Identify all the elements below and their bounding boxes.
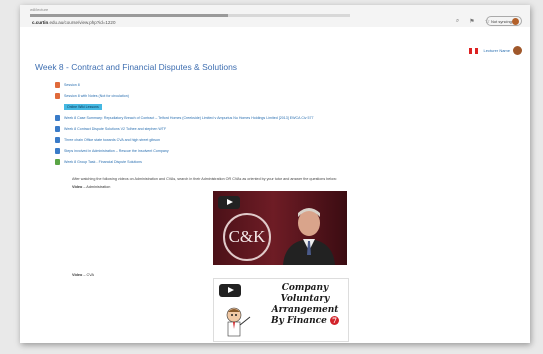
document-icon: [55, 136, 60, 143]
item-link[interactable]: Session 8 with Notes (Not for circulatio…: [64, 94, 129, 98]
finance-badge: 7: [330, 316, 340, 325]
notification-icon[interactable]: [468, 47, 472, 54]
avatar[interactable]: [513, 46, 522, 55]
user-menu[interactable]: Lecturer Name: [468, 46, 522, 55]
video-caption: Company Voluntary Arrangement By Finance…: [264, 283, 346, 327]
cva-video[interactable]: Company Voluntary Arrangement By Finance…: [213, 278, 349, 342]
item-link[interactable]: Week 8 Contract Dispute Solutions V2 Tol…: [64, 127, 166, 131]
presenter-image: [283, 208, 335, 265]
caption-line: Company Voluntary: [280, 283, 330, 304]
caption-line: By Finance 7: [264, 316, 346, 327]
search-icon[interactable]: ⌕: [456, 18, 459, 25]
video-label-administration: Video – Administration: [72, 185, 110, 189]
list-item: Online Wiki Lessons: [55, 102, 495, 111]
play-icon[interactable]: [218, 196, 240, 209]
address-bar[interactable]: c.curtin.edu.au/course/view.php?id=1220: [32, 20, 115, 25]
url-domain: c.curtin: [32, 20, 49, 25]
course-item-list: Session 8 Session 8 with Notes (Not for …: [55, 80, 495, 168]
document-icon: [55, 114, 60, 121]
administration-video[interactable]: C&K: [213, 191, 347, 265]
profile-avatar: [512, 18, 519, 25]
cartoon-figure-image: [226, 307, 251, 337]
list-item[interactable]: Week 8 Group Task - Financial Dispute So…: [55, 157, 495, 166]
video-label: Video: [72, 273, 83, 277]
browser-toolbar: w8/lecture c.curtin.edu.au/course/view.p…: [20, 5, 530, 27]
profile-button[interactable]: Not syncing: [486, 16, 522, 26]
browser-tab[interactable]: w8/lecture: [30, 7, 140, 14]
page-load-progress: [30, 14, 350, 17]
toolbar-icons: ⌕ ⚑ ☆: [456, 18, 490, 25]
item-link[interactable]: Week 8 Case Summary: Repudiatory Breach …: [64, 116, 314, 120]
caption-finance: By Finance: [270, 316, 327, 326]
video-label-cva: Video – CVA: [72, 273, 94, 277]
list-item[interactable]: Week 8 Case Summary: Repudiatory Breach …: [55, 113, 495, 122]
message-icon[interactable]: [474, 47, 478, 54]
list-item[interactable]: Session 8 with Notes (Not for circulatio…: [55, 91, 495, 100]
channel-logo: C&K: [223, 213, 271, 261]
forum-icon: [55, 158, 60, 165]
page-title: Week 8 - Contract and Financial Disputes…: [35, 62, 238, 72]
extension-icon[interactable]: ⚑: [469, 18, 474, 25]
list-item[interactable]: Steps involved in Administration – Rescu…: [55, 146, 495, 155]
progress-fill: [30, 14, 229, 17]
instructions-text: After watching the following videos on A…: [72, 177, 337, 181]
list-item[interactable]: Three chain Office state towards CVA and…: [55, 135, 495, 144]
list-item[interactable]: Session 8: [55, 80, 495, 89]
document-icon: [55, 125, 60, 132]
video-label: Video: [72, 185, 83, 189]
browser-window: w8/lecture c.curtin.edu.au/course/view.p…: [20, 5, 530, 343]
highlight-label: Online Wiki Lessons: [64, 103, 102, 110]
video-topic: – CVA: [82, 273, 95, 277]
caption-line: Arrangement: [271, 305, 339, 315]
url-path: .edu.au/course/view.php?id=1220: [48, 20, 116, 25]
item-link[interactable]: Session 8: [64, 83, 80, 87]
document-icon: [55, 147, 60, 154]
list-item[interactable]: Week 8 Contract Dispute Solutions V2 Tol…: [55, 124, 495, 133]
profile-label: Not syncing: [491, 18, 512, 24]
pdf-icon: [55, 81, 60, 88]
pdf-icon: [55, 92, 60, 99]
item-link[interactable]: Week 8 Group Task - Financial Dispute So…: [64, 160, 142, 164]
item-link[interactable]: Three chain Office state towards CVA and…: [64, 138, 160, 142]
video-topic: – Administration: [82, 185, 111, 189]
play-icon[interactable]: [219, 284, 241, 297]
item-link[interactable]: Steps involved in Administration – Rescu…: [64, 149, 169, 153]
user-name[interactable]: Lecturer Name: [484, 48, 510, 53]
